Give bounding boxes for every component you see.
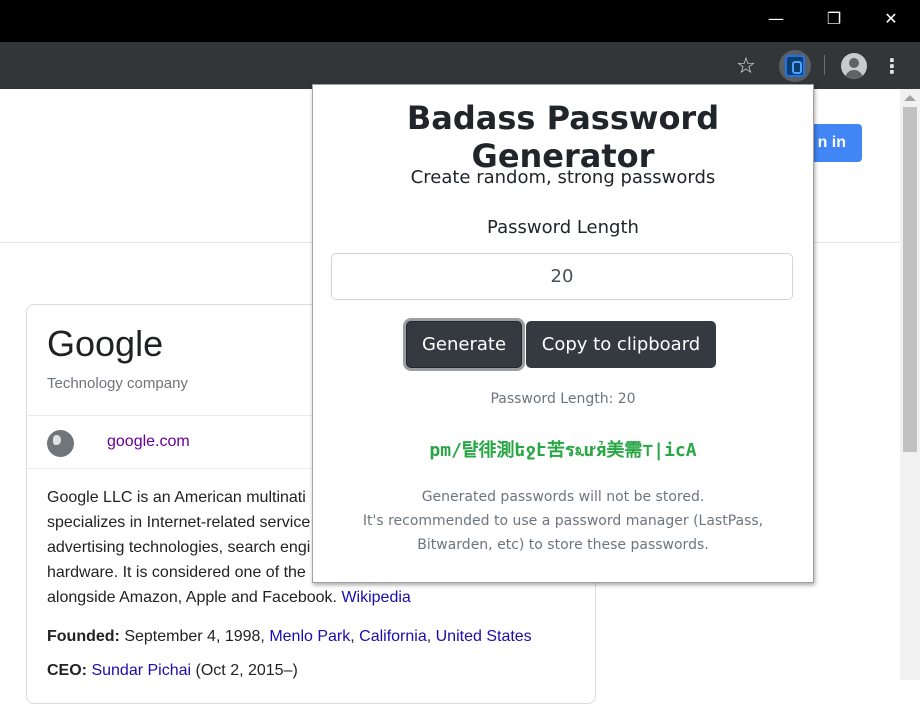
scroll-thumb[interactable] bbox=[903, 107, 917, 452]
close-icon: ✕ bbox=[884, 8, 898, 28]
toolbar-separator bbox=[824, 55, 825, 75]
note-line: It's recommended to use a password manag… bbox=[362, 513, 764, 529]
scroll-up-arrow-icon[interactable] bbox=[904, 95, 916, 101]
description-line: alongside Amazon, Apple and Facebook. Wi… bbox=[47, 585, 577, 610]
bookmark-star-button[interactable]: ☆ bbox=[730, 50, 762, 82]
profile-button[interactable] bbox=[838, 50, 870, 82]
page-scrollbar[interactable] bbox=[900, 89, 920, 680]
panel-title: Google bbox=[47, 323, 164, 364]
maximize-button[interactable]: ❐ bbox=[805, 0, 863, 36]
website-link[interactable]: google.com bbox=[107, 433, 190, 451]
generated-password: pm/턑徘測եջէ苦ร೩ửя美需⊤|icA bbox=[429, 440, 697, 461]
generate-label: Generate bbox=[421, 334, 507, 355]
note-line: Generated passwords will not be stored. bbox=[421, 489, 705, 505]
browser-menu-button[interactable]: ⋮ bbox=[876, 50, 908, 82]
california-link[interactable]: California bbox=[359, 628, 427, 645]
minimize-button[interactable]: — bbox=[747, 0, 805, 36]
wikipedia-link[interactable]: Wikipedia bbox=[341, 589, 410, 606]
star-icon: ☆ bbox=[736, 53, 756, 79]
ceo-fact: CEO: Sundar Pichai (Oct 2, 2015–) bbox=[47, 662, 298, 680]
minimize-icon: — bbox=[768, 8, 784, 28]
note-line: Bitwarden, etc) to store these passwords… bbox=[417, 537, 709, 553]
globe-icon bbox=[47, 430, 74, 457]
account-icon bbox=[841, 53, 867, 79]
founded-fact: Founded: September 4, 1998, Menlo Park, … bbox=[47, 628, 532, 645]
window-titlebar: — ❐ ✕ bbox=[0, 0, 920, 42]
maximize-icon: ❐ bbox=[826, 8, 842, 28]
password-extension-button[interactable] bbox=[779, 50, 811, 82]
extension-icon bbox=[785, 55, 805, 77]
sign-in-label: n in bbox=[817, 134, 846, 151]
panel-subtitle: Technology company bbox=[47, 375, 188, 392]
password-generator-popup: Badass Password Generator Create random,… bbox=[312, 84, 814, 583]
founded-date: September 4, 1998, bbox=[124, 628, 265, 645]
copy-label: Copy to clipboard bbox=[541, 334, 701, 355]
popup-subtitle: Create random, strong passwords bbox=[410, 167, 716, 188]
united-states-link[interactable]: United States bbox=[436, 628, 532, 645]
ceo-label: CEO: bbox=[47, 662, 87, 679]
ceo-link[interactable]: Sundar Pichai bbox=[91, 662, 191, 679]
description-text: alongside Amazon, Apple and Facebook. bbox=[47, 589, 337, 606]
menu-dots-icon: ⋮ bbox=[882, 54, 902, 78]
ceo-tenure: (Oct 2, 2015–) bbox=[195, 662, 298, 679]
close-window-button[interactable]: ✕ bbox=[862, 0, 920, 36]
generate-button[interactable]: Generate bbox=[406, 321, 522, 368]
password-length-label: Password Length bbox=[487, 217, 639, 238]
menlo-park-link[interactable]: Menlo Park bbox=[269, 628, 350, 645]
popup-title: Badass Password Generator bbox=[406, 99, 720, 175]
storage-note: Generated passwords will not be stored. … bbox=[313, 485, 813, 557]
password-length-input[interactable] bbox=[331, 253, 793, 300]
password-length-status: Password Length: 20 bbox=[490, 391, 636, 407]
founded-label: Founded: bbox=[47, 628, 120, 645]
copy-to-clipboard-button[interactable]: Copy to clipboard bbox=[526, 321, 716, 368]
